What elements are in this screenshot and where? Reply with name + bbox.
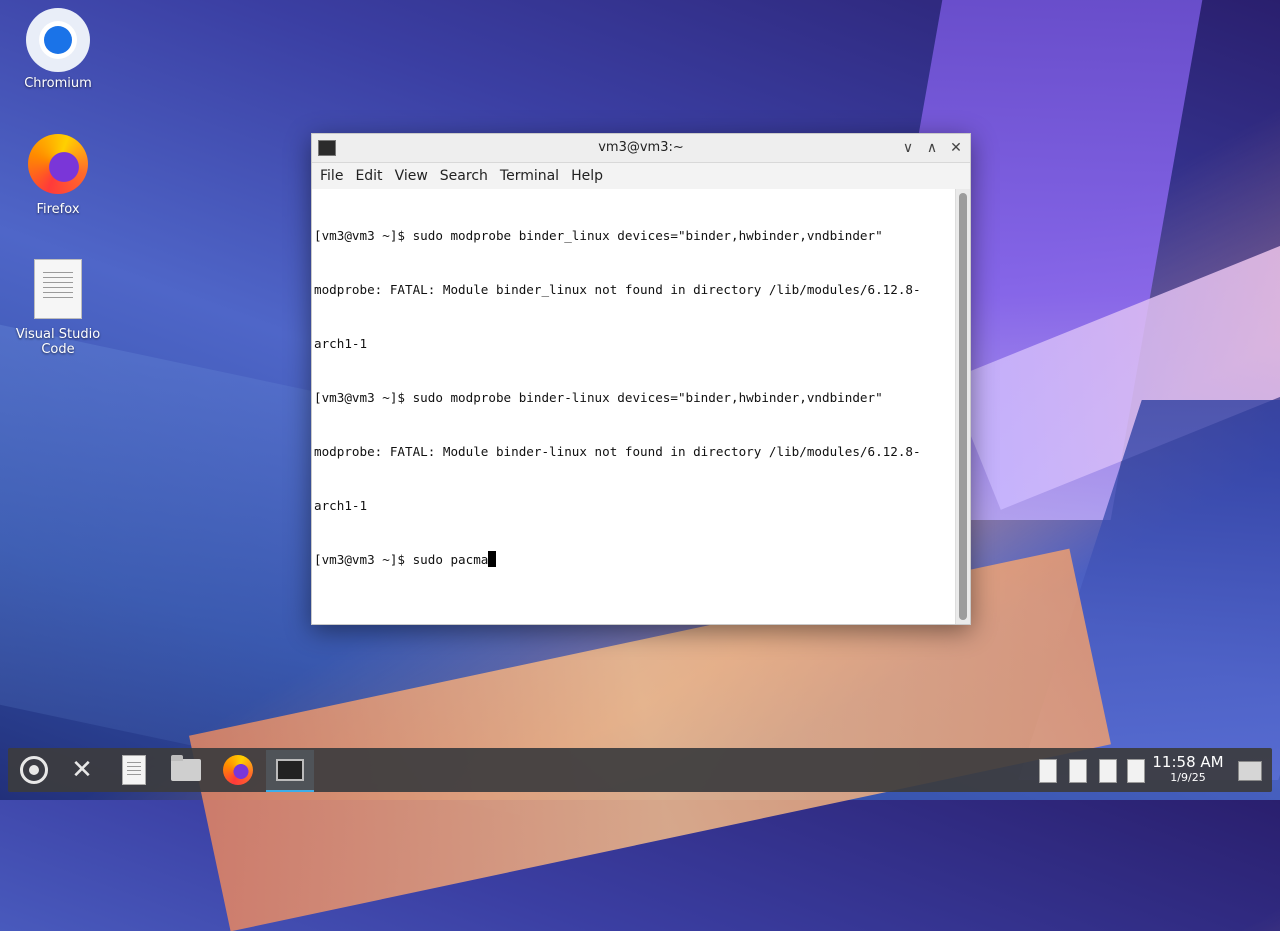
terminal-output[interactable]: [vm3@vm3 ~]$ sudo modprobe binder_linux … [312, 189, 956, 624]
desktop-icon-label: Visual Studio Code [15, 327, 101, 357]
taskbar: ✕ 11:58 AM 1/9/25 [8, 748, 1272, 792]
terminal-line: arch1-1 [314, 498, 368, 513]
file-icon [26, 259, 90, 323]
maximize-button[interactable]: ∧ [922, 138, 942, 158]
terminal-icon [276, 759, 304, 781]
firefox-taskbar-button[interactable] [216, 750, 260, 790]
file-manager-button[interactable] [164, 750, 208, 790]
desktop-icon-label: Firefox [36, 202, 80, 217]
scrollbar-thumb[interactable] [959, 193, 967, 620]
document-icon [122, 755, 146, 785]
menu-terminal[interactable]: Terminal [494, 168, 565, 184]
tray-document-icon[interactable] [1099, 759, 1117, 783]
terminal-line: [vm3@vm3 ~]$ sudo modprobe binder-linux … [314, 390, 883, 405]
desktop-icon-firefox[interactable]: Firefox [8, 132, 108, 217]
tray-document-icon[interactable] [1069, 759, 1087, 783]
system-settings-button[interactable]: ✕ [60, 750, 104, 790]
tray-document-icon[interactable] [1127, 759, 1145, 783]
terminal-window[interactable]: vm3@vm3:~ ∨ ∧ ✕ File Edit View Search Te… [311, 133, 971, 625]
digital-clock[interactable]: 11:58 AM 1/9/25 [1148, 754, 1228, 785]
tray-document-icon[interactable] [1039, 759, 1057, 783]
menu-view[interactable]: View [389, 168, 434, 184]
show-desktop-folder-icon[interactable] [1238, 761, 1262, 781]
terminal-prompt-line[interactable]: [vm3@vm3 ~]$ sudo pacma [314, 551, 954, 569]
terminal-line: [vm3@vm3 ~]$ sudo modprobe binder_linux … [314, 228, 883, 243]
launcher-icon [20, 756, 48, 784]
menu-file[interactable]: File [314, 168, 349, 184]
vertical-scrollbar[interactable] [955, 189, 970, 624]
text-cursor [488, 551, 497, 567]
firefox-icon [26, 134, 90, 198]
minimize-button[interactable]: ∨ [898, 138, 918, 158]
desktop-icon-label: Chromium [24, 76, 92, 91]
clock-date: 1/9/25 [1170, 771, 1206, 784]
terminal-taskbar-button[interactable] [266, 750, 314, 792]
window-titlebar[interactable]: vm3@vm3:~ ∨ ∧ ✕ [312, 134, 970, 163]
folder-icon [171, 755, 201, 781]
chromium-icon [26, 8, 90, 72]
terminal-line: modprobe: FATAL: Module binder-linux not… [314, 444, 921, 459]
terminal-line: arch1-1 [314, 336, 368, 351]
menu-bar: File Edit View Search Terminal Help [312, 163, 970, 189]
terminal-current-input: [vm3@vm3 ~]$ sudo pacma [314, 552, 489, 567]
clock-time: 11:58 AM [1152, 753, 1224, 771]
terminal-line: modprobe: FATAL: Module binder_linux not… [314, 282, 921, 297]
desktop-icon-vscode[interactable]: Visual Studio Code [8, 256, 108, 357]
firefox-icon [223, 755, 253, 785]
application-launcher-button[interactable] [12, 750, 56, 790]
text-editor-button[interactable] [112, 750, 156, 790]
menu-search[interactable]: Search [434, 168, 494, 184]
close-button[interactable]: ✕ [946, 138, 966, 158]
desktop-icon-chromium[interactable]: Chromium [8, 8, 108, 91]
window-title: vm3@vm3:~ [598, 140, 684, 155]
tools-icon: ✕ [71, 755, 93, 785]
menu-help[interactable]: Help [565, 168, 609, 184]
menu-edit[interactable]: Edit [349, 168, 388, 184]
